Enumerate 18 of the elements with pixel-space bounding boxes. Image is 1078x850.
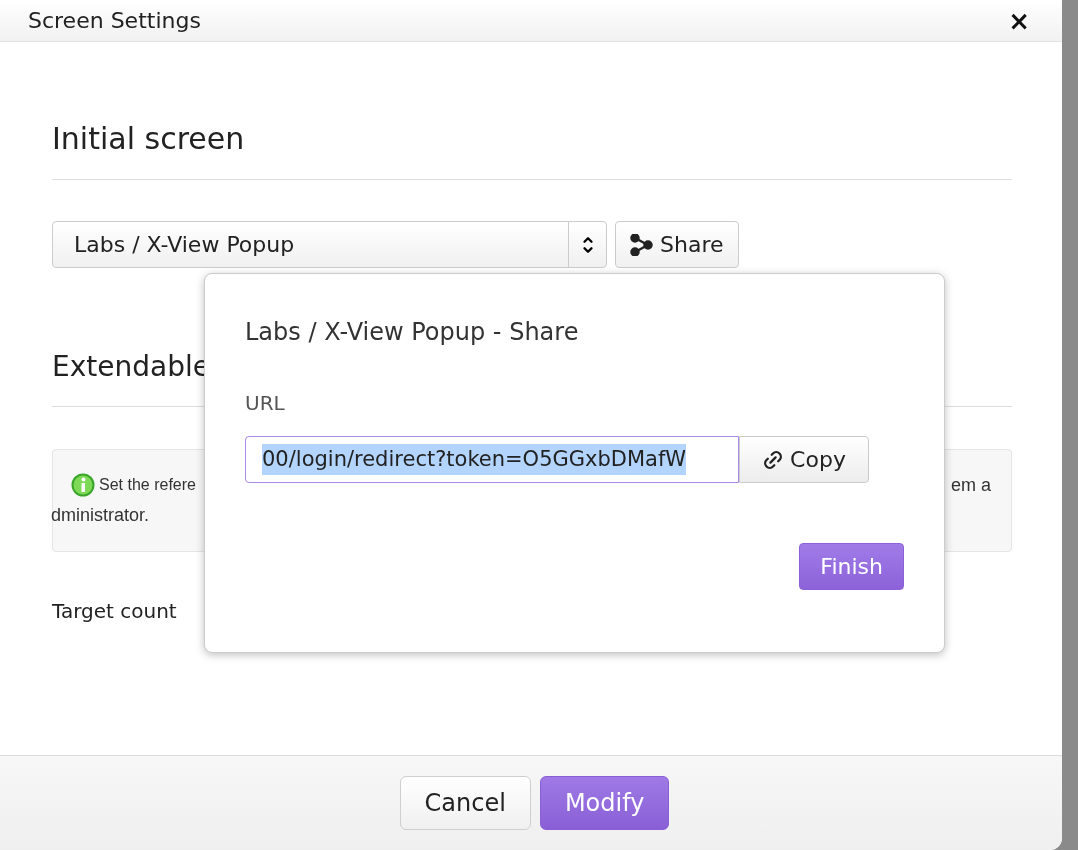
- info-text: dministrator.: [51, 504, 150, 527]
- info-text: Set the refere: [99, 475, 196, 495]
- share-button[interactable]: Share: [615, 221, 739, 268]
- section-heading: Initial screen: [52, 116, 1012, 180]
- url-value: 00/login/redirect?token=O5GGxbDMafW: [262, 443, 687, 476]
- info-icon: [71, 473, 95, 497]
- dialog-title: Labs / X-View Popup - Share: [245, 317, 580, 348]
- url-field[interactable]: 00/login/redirect?token=O5GGxbDMafW: [245, 436, 739, 483]
- target-count-label: Target count: [52, 598, 177, 625]
- screen-select[interactable]: Labs / X-View Popup: [52, 221, 607, 268]
- share-icon: [630, 233, 654, 256]
- window-title: Screen Settings: [28, 7, 201, 35]
- cancel-button[interactable]: Cancel: [399, 776, 531, 830]
- close-button[interactable]: ×: [1008, 7, 1030, 34]
- info-text: em a: [950, 474, 991, 497]
- modify-button[interactable]: Modify: [539, 776, 670, 830]
- finish-button[interactable]: Finish: [799, 543, 904, 590]
- copy-button[interactable]: Copy: [739, 436, 869, 483]
